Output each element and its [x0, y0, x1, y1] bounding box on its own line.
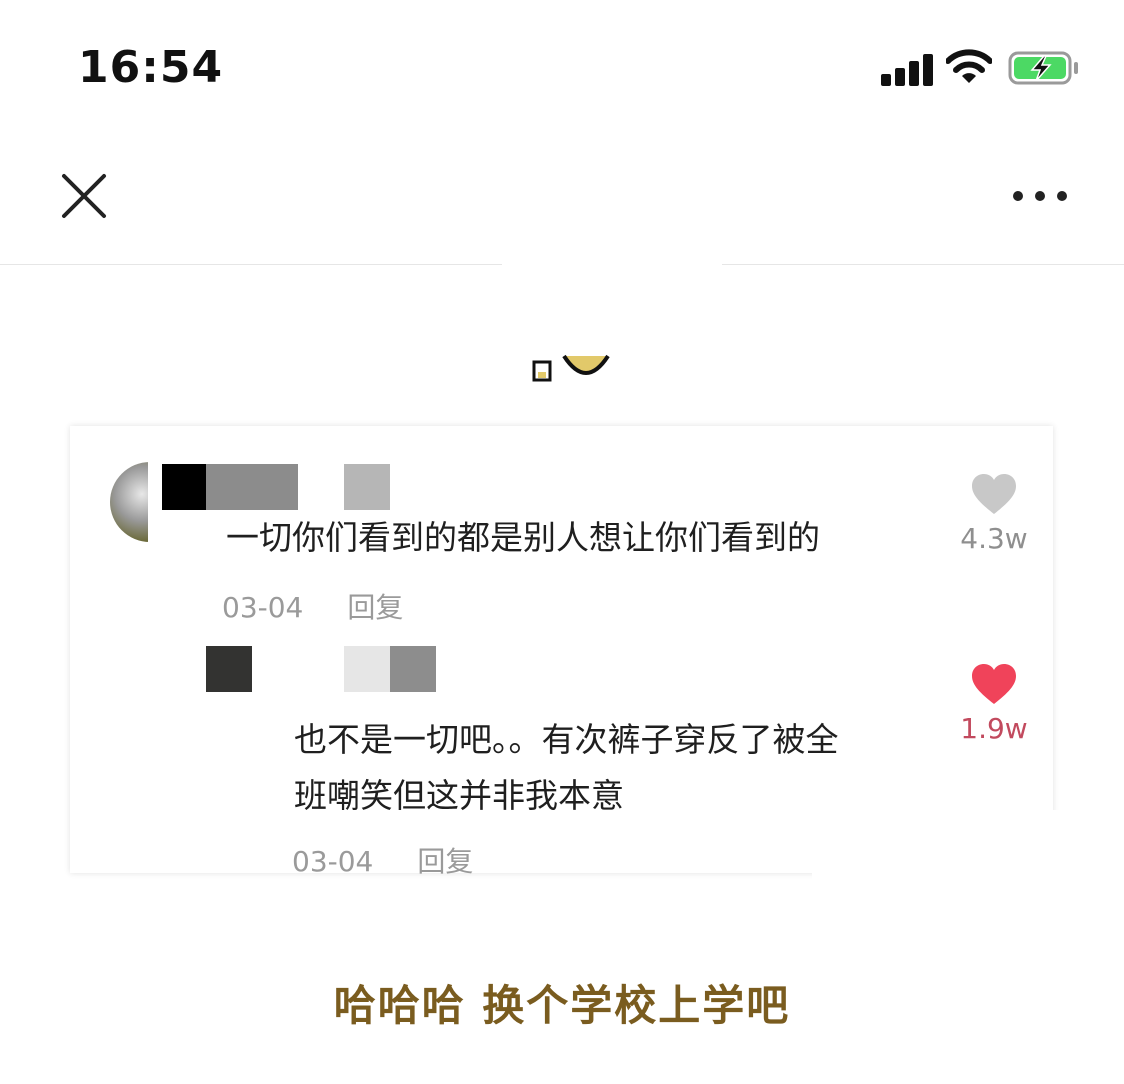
post-caption: 哈哈哈 换个学校上学吧: [333, 981, 791, 1030]
nav-divider-gap: [502, 248, 722, 268]
like-button[interactable]: 4.3w: [954, 472, 1034, 555]
comment-date: 03-04: [292, 845, 374, 878]
reply-button[interactable]: 回复: [347, 591, 403, 624]
comment-screenshot-card: 一切你们看到的都是别人想让你们看到的 03-04 回复 4.3w 也不是一切吧。。…: [70, 426, 1053, 878]
card-cutout: [812, 810, 1124, 950]
like-count: 4.3w: [960, 522, 1028, 555]
nav-bar: [0, 130, 1124, 268]
reply-text-line1: 也不是一切吧。。有次裤子穿反了被全: [294, 720, 839, 759]
comment-meta: 03-04 回复: [222, 586, 403, 626]
battery-charging-icon: [1008, 51, 1078, 85]
close-icon[interactable]: [56, 168, 112, 224]
reply-button[interactable]: 回复: [417, 845, 473, 878]
username-mosaic: [162, 464, 390, 512]
cellular-signal-icon: [881, 52, 935, 86]
like-button[interactable]: 1.9w: [954, 662, 1034, 745]
wifi-icon: [946, 49, 992, 83]
heart-icon: [972, 474, 1016, 514]
heart-icon: [972, 664, 1016, 704]
username-mosaic: [206, 646, 476, 698]
status-time: 16:54: [78, 42, 224, 93]
status-bar: 16:54: [0, 0, 1124, 130]
more-dots-icon[interactable]: [1006, 182, 1074, 210]
cropped-emoji-fragment: [532, 354, 610, 382]
reply-meta: 03-04 回复: [292, 840, 473, 880]
reply-text-line2: 班嘲笑但这并非我本意: [294, 776, 624, 815]
comment-date: 03-04: [222, 591, 304, 624]
like-count: 1.9w: [960, 712, 1028, 745]
comment-text: 一切你们看到的都是别人想让你们看到的: [226, 518, 820, 557]
